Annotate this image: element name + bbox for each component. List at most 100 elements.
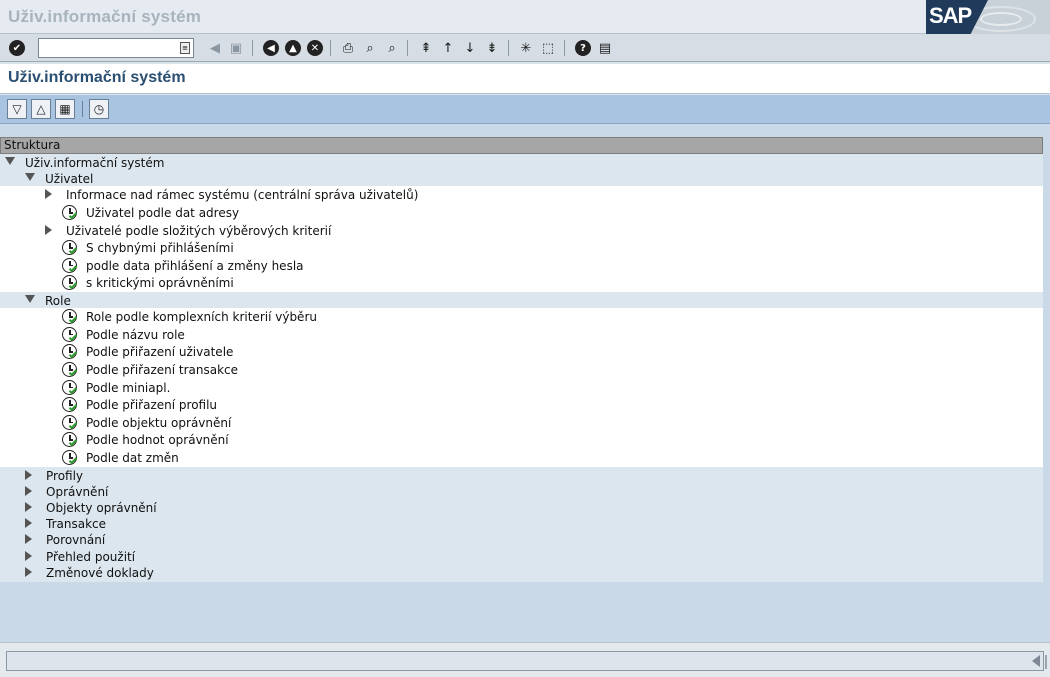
tree-row[interactable]: Uživatel [0, 170, 1043, 187]
tree-row[interactable]: S chybnými přihlášeními [0, 239, 1043, 257]
execute-report-icon[interactable] [62, 344, 78, 360]
command-field-dropdown-icon[interactable]: ≡ [180, 42, 190, 54]
tree-row[interactable]: Uživ.informační systém [0, 154, 1043, 171]
collapsed-node-icon[interactable] [25, 469, 35, 480]
tree-row[interactable]: Podle hodnot oprávnění [0, 431, 1043, 449]
tree-row[interactable]: s kritickými oprávněními [0, 274, 1043, 292]
customize-layout-icon[interactable]: ▤ [595, 38, 615, 58]
tree-node-label: Uživ.informační systém [25, 156, 165, 170]
execute-report-icon[interactable] [62, 240, 78, 256]
find-icon[interactable]: ⌕ [360, 38, 380, 58]
execute-report-icon[interactable] [62, 397, 78, 413]
check-mark-icon [68, 245, 78, 255]
tree-row[interactable]: Přehled použití [0, 547, 1043, 564]
logo-text: SAP [929, 3, 972, 28]
execute-report-icon[interactable] [62, 379, 78, 395]
execute-report-icon[interactable] [62, 362, 78, 377]
expanded-node-icon[interactable] [25, 173, 35, 183]
execute-report-icon[interactable] [62, 205, 78, 220]
tree-node-label: Uživatel [45, 172, 94, 187]
next-page-icon[interactable]: ↓ [460, 38, 480, 58]
tree-row[interactable]: Transakce [0, 515, 1043, 532]
execute-report-icon[interactable] [62, 450, 78, 465]
tree-node-label: Profily [46, 468, 84, 483]
tree-row[interactable]: Porovnání [0, 531, 1043, 548]
status-bar [0, 642, 1050, 677]
expand-subtree-icon[interactable]: ▽ [7, 99, 27, 119]
tree-row[interactable]: Podle přiřazení profilu [0, 396, 1043, 414]
tree-row[interactable]: Podle objektu oprávnění [0, 413, 1043, 432]
collapsed-node-icon[interactable] [25, 550, 35, 561]
tree-node-label: Přehled použití [46, 549, 136, 564]
tree-row[interactable]: Profily [0, 466, 1043, 483]
collapsed-node-icon[interactable] [45, 189, 55, 200]
tree-row[interactable]: Role podle komplexních kriterií výběru [0, 308, 1043, 326]
find-next-icon[interactable]: ⌕ [382, 38, 402, 58]
toolbar-separator [330, 40, 331, 56]
standard-toolbar: ✔ ≡ ◀ ▣ ◀ ▲ ✕ ⎙ ⌕ ⌕ ⇞ ↑ ↓ ⇟ ✳ ⬚ ? ▤ [0, 34, 1050, 62]
tree-row[interactable]: Podle přiřazení transakce [0, 361, 1043, 379]
collapsed-node-icon[interactable] [25, 566, 35, 577]
tree-row[interactable]: Podle dat změn [0, 449, 1043, 467]
execute-report-icon[interactable] [62, 326, 78, 342]
expanded-node-icon[interactable] [5, 157, 15, 167]
tree-row[interactable]: Oprávnění [0, 482, 1043, 499]
enter-icon[interactable]: ✔ [9, 40, 25, 56]
toolbar-separator [82, 101, 83, 117]
tree-row[interactable]: podle data přihlášení a změny hesla [0, 256, 1043, 275]
first-page-icon[interactable]: ⇞ [416, 38, 436, 58]
previous-page-icon[interactable]: ↑ [438, 38, 458, 58]
check-mark-icon [68, 314, 78, 324]
tree-node-label: Objekty oprávnění [46, 501, 157, 515]
status-field [6, 651, 1044, 671]
check-mark-icon [68, 350, 78, 359]
collapsed-node-icon[interactable] [25, 534, 35, 545]
check-mark-icon [68, 438, 78, 447]
execute-report-icon[interactable] [62, 309, 78, 325]
toolbar-separator [407, 40, 408, 56]
tree-node-label: Uživatelé podle složitých výběrových kri… [66, 223, 332, 238]
help-icon[interactable]: ? [575, 40, 591, 56]
app-title: Uživ.informační systém [8, 7, 202, 26]
shortcut-icon[interactable]: ⬚ [538, 38, 558, 58]
create-session-icon[interactable]: ✳ [516, 38, 536, 58]
tree-row[interactable]: Uživatel podle dat adresy [0, 204, 1043, 222]
tree-row[interactable]: Role [0, 292, 1043, 309]
execute-report-icon[interactable] [62, 275, 78, 291]
expanded-node-icon[interactable] [25, 295, 35, 305]
resize-grip-icon[interactable] [1045, 655, 1047, 669]
tree-row[interactable]: Uživatelé podle složitých výběrových kri… [0, 221, 1043, 240]
cancel-icon[interactable]: ✕ [307, 40, 323, 56]
tree-row[interactable]: Změnové doklady [0, 563, 1043, 580]
collapsed-node-icon[interactable] [45, 224, 55, 235]
status-toggle-icon[interactable] [1032, 655, 1040, 667]
tree-row[interactable]: Objekty oprávnění [0, 499, 1043, 516]
command-field[interactable]: ≡ [38, 38, 194, 58]
collapsed-node-icon[interactable] [25, 485, 35, 496]
execute-report-icon[interactable] [62, 257, 78, 273]
tree-node-label: Oprávnění [46, 484, 109, 499]
execute-icon[interactable]: ◷ [89, 99, 109, 119]
check-mark-icon [68, 332, 78, 342]
logo-ripple-inner [980, 12, 1022, 26]
back-icon[interactable]: ◀ [263, 40, 279, 56]
print-icon[interactable]: ⎙ [338, 38, 358, 58]
execute-report-icon[interactable] [62, 414, 78, 430]
exit-icon[interactable]: ▲ [285, 40, 301, 56]
tree-row[interactable]: Podle názvu role [0, 325, 1043, 344]
check-mark-icon [68, 402, 78, 412]
execute-report-icon[interactable] [62, 432, 78, 448]
tree-row[interactable]: Informace nad rámec systému (centrální s… [0, 186, 1043, 204]
tree-node-label: s kritickými oprávněními [86, 276, 234, 291]
collapsed-node-icon[interactable] [25, 518, 35, 529]
collapse-subtree-icon[interactable]: △ [31, 99, 51, 119]
collapsed-node-icon[interactable] [25, 502, 35, 512]
sap-logo: SAP [926, 0, 1050, 34]
tree-row[interactable]: Podle miniapl. [0, 378, 1043, 397]
tree-node-label: Podle objektu oprávnění [86, 415, 232, 430]
command-input[interactable] [39, 39, 193, 57]
tree-row[interactable]: Podle přiřazení uživatele [0, 343, 1043, 361]
last-page-icon[interactable]: ⇟ [482, 38, 502, 58]
check-mark-icon [68, 210, 78, 220]
documentation-icon[interactable]: ▦ [55, 99, 75, 119]
